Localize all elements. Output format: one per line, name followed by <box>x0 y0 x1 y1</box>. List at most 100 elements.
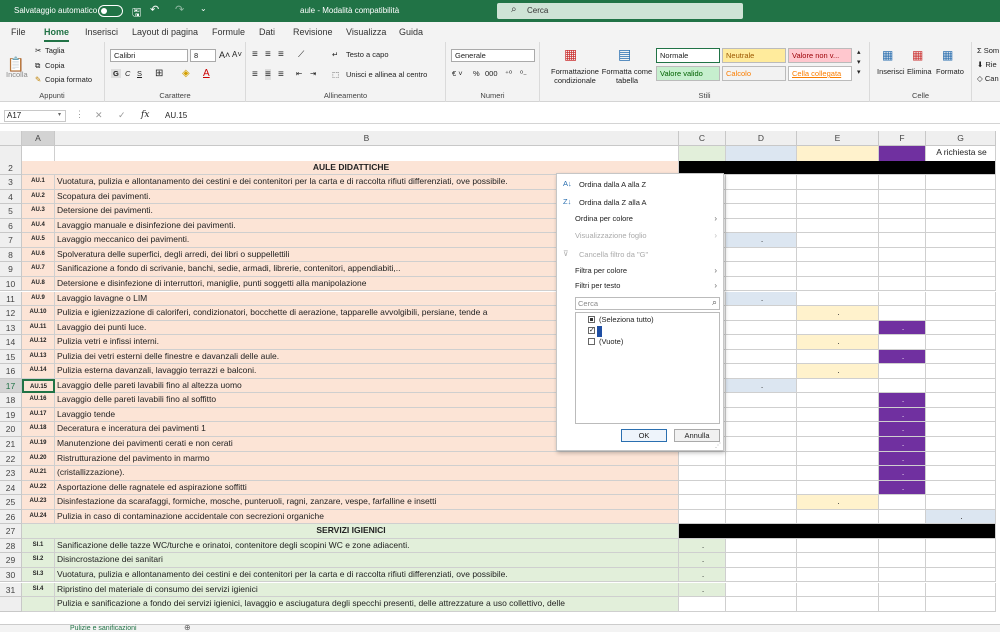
row-header[interactable]: 2 <box>0 160 22 176</box>
cell-description[interactable]: Disinfestazione da scarafaggi, formiche,… <box>55 495 679 510</box>
cell-e[interactable] <box>797 582 879 598</box>
styles-scroll-up-icon[interactable]: ▴ <box>857 48 861 56</box>
cell-code[interactable]: SI.2 <box>22 553 55 568</box>
sheet-tab-active[interactable]: Pulizie e sanificazioni <box>70 625 137 632</box>
decrease-indent-icon[interactable]: ⇤ <box>296 69 302 78</box>
cell-code[interactable]: AU.1 <box>22 175 55 190</box>
cell-code[interactable]: AU.14 <box>22 364 55 379</box>
cell-c[interactable] <box>679 451 726 467</box>
cell-d[interactable] <box>726 218 797 234</box>
percent-icon[interactable]: % <box>473 69 480 78</box>
cell-g[interactable] <box>926 218 996 234</box>
merge-icon[interactable]: ⬚ <box>332 70 339 79</box>
cell-g[interactable] <box>926 262 996 277</box>
cell-e[interactable]: . <box>797 335 879 350</box>
cell-description[interactable]: Ripristino del materiale di consumo dei … <box>55 582 679 598</box>
cell-f[interactable]: . <box>879 349 926 365</box>
blank-checkbox[interactable] <box>588 338 595 345</box>
bold-icon[interactable]: G <box>111 69 121 78</box>
cell-code[interactable]: AU.10 <box>22 306 55 321</box>
cell-e[interactable] <box>797 233 879 248</box>
cell-g[interactable] <box>926 582 996 598</box>
cell-d[interactable] <box>726 364 797 379</box>
cell-f[interactable]: . <box>879 422 926 437</box>
cell-g[interactable] <box>926 393 996 408</box>
cell-e[interactable] <box>797 378 879 394</box>
cell-g[interactable] <box>926 597 996 612</box>
align-top-icon[interactable]: ≡ <box>252 49 258 60</box>
cell-code[interactable]: AU.4 <box>22 218 55 234</box>
style-calc[interactable]: Calcolo <box>722 66 786 81</box>
qat-more-icon[interactable]: ⌄ <box>200 4 207 13</box>
row-header[interactable]: 13 <box>0 320 22 336</box>
cell-g[interactable] <box>926 233 996 248</box>
delete-cells-icon[interactable]: ▦ <box>912 48 923 62</box>
cell-d[interactable]: . <box>726 378 797 394</box>
cell-d[interactable] <box>726 247 797 263</box>
cell-e[interactable] <box>797 451 879 467</box>
row-header[interactable]: 31 <box>0 582 22 598</box>
style-normal[interactable]: Normale <box>656 48 720 63</box>
cell-code[interactable]: AU.21 <box>22 466 55 481</box>
cell-f[interactable] <box>879 218 926 234</box>
cell-code[interactable]: AU.24 <box>22 509 55 525</box>
row-header[interactable]: 8 <box>0 247 22 263</box>
styles-scroll-down-icon[interactable]: ▾ <box>857 58 861 66</box>
cell-f[interactable] <box>879 233 926 248</box>
tab-file[interactable]: File <box>11 27 26 37</box>
column-header-d[interactable]: D <box>726 131 797 146</box>
styles-more-icon[interactable]: ▾ <box>857 68 861 76</box>
insert-cells-button[interactable]: Inserisci <box>877 67 905 76</box>
cell-g[interactable] <box>926 480 996 496</box>
cell-g[interactable] <box>926 306 996 321</box>
cell-d[interactable] <box>726 204 797 219</box>
cell-e[interactable] <box>797 320 879 336</box>
name-box[interactable]: A17 <box>4 110 66 122</box>
cell-d[interactable] <box>726 335 797 350</box>
row-header[interactable]: 14 <box>0 335 22 350</box>
cell-f[interactable] <box>879 567 926 583</box>
tab-insert[interactable]: Inserisci <box>85 27 118 37</box>
cell-d[interactable]: . <box>726 233 797 248</box>
format-cells-icon[interactable]: ▦ <box>942 48 953 62</box>
cell-f[interactable] <box>879 553 926 568</box>
cell-d[interactable] <box>726 451 797 467</box>
cell-f[interactable] <box>879 378 926 394</box>
cell-description[interactable]: Disincrostazione dei sanitari <box>55 553 679 568</box>
cell-description[interactable]: (cristallizzazione). <box>55 466 679 481</box>
ok-button[interactable]: OK <box>621 429 667 442</box>
currency-icon[interactable]: € ˅ <box>452 69 463 78</box>
row-header[interactable]: 28 <box>0 538 22 554</box>
cell-f[interactable] <box>879 509 926 525</box>
align-bottom-icon[interactable]: ≡ <box>278 49 284 60</box>
column-header-e[interactable]: E <box>797 131 879 146</box>
cancel-button[interactable]: Annulla <box>674 429 720 442</box>
cell-d[interactable] <box>726 175 797 190</box>
cell-e[interactable] <box>797 437 879 452</box>
select-all-checkbox[interactable] <box>588 316 595 323</box>
row-header[interactable]: 24 <box>0 480 22 496</box>
insert-cells-icon[interactable]: ▦ <box>882 48 893 62</box>
cell-d[interactable] <box>726 262 797 277</box>
formula-input[interactable]: AU.15 <box>165 111 187 120</box>
sort-az-item[interactable]: Ordina dalla A alla Z <box>579 180 646 189</box>
cell-c[interactable] <box>679 509 726 525</box>
row-header[interactable]: 27 <box>0 524 22 539</box>
number-format-select[interactable]: Generale <box>451 49 535 62</box>
autosum-button[interactable]: Σ Som <box>977 46 999 55</box>
row-header[interactable]: 6 <box>0 218 22 234</box>
style-good[interactable]: Valore valido <box>656 66 720 81</box>
row-header[interactable]: 3 <box>0 175 22 190</box>
row-header[interactable]: 16 <box>0 364 22 379</box>
increase-indent-icon[interactable]: ⇥ <box>310 69 316 78</box>
cell-e[interactable] <box>797 538 879 554</box>
row-header[interactable]: 22 <box>0 451 22 467</box>
cell-code[interactable]: AU.15 <box>22 378 55 394</box>
comma-style-icon[interactable]: 000 <box>485 69 498 78</box>
cell-d[interactable] <box>726 437 797 452</box>
cell-code[interactable]: SI.3 <box>22 567 55 583</box>
font-color-icon[interactable]: A <box>203 68 210 79</box>
cell-d[interactable] <box>726 509 797 525</box>
formula-options-icon[interactable]: ⋮ <box>75 109 84 120</box>
cell-f[interactable] <box>879 364 926 379</box>
